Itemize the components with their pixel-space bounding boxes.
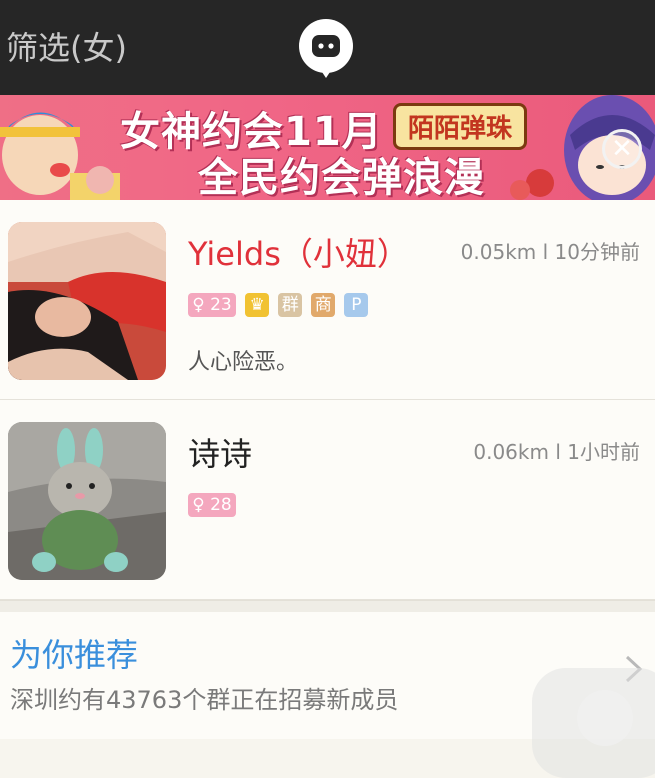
p-badge: P bbox=[344, 293, 369, 317]
meta-separator: l bbox=[555, 440, 561, 464]
user-name: Yields（小妞） bbox=[188, 235, 409, 273]
banner-headline-2: 全民约会弹浪漫 bbox=[198, 155, 485, 200]
merchant-badge: 商 bbox=[311, 293, 336, 317]
age-value: 28 bbox=[210, 495, 232, 515]
meta-separator: l bbox=[542, 240, 549, 264]
distance-text: 0.06km bbox=[473, 440, 549, 464]
female-symbol-icon: ♀ bbox=[192, 495, 205, 515]
distance-text: 0.05km bbox=[460, 240, 537, 264]
user-tags: ♀ 28 bbox=[188, 493, 240, 517]
last-active-time: 1小时前 bbox=[567, 440, 640, 464]
female-symbol-icon: ♀ bbox=[192, 295, 205, 315]
floating-assistive-button[interactable] bbox=[532, 668, 655, 778]
avatar bbox=[8, 422, 166, 580]
user-name: 诗诗 bbox=[188, 435, 253, 473]
close-circle-icon[interactable]: ✕ bbox=[602, 129, 642, 169]
nearby-user-list: Yields（小妞） 0.05km l 10分钟前 ♀ 23 ♛ 群 商 P 人… bbox=[0, 200, 655, 600]
user-signature: 人心险恶。 bbox=[188, 350, 299, 375]
top-bar: 筛选(女) bbox=[0, 0, 655, 95]
distance-time: 0.06km l 1小时前 bbox=[473, 436, 640, 465]
recommend-title: 为你推荐 bbox=[10, 636, 139, 674]
age-tag: ♀ 23 bbox=[188, 293, 236, 317]
filter-button[interactable]: 筛选(女) bbox=[6, 26, 127, 70]
list-item[interactable]: 诗诗 0.06km l 1小时前 ♀ 28 bbox=[0, 400, 655, 600]
momo-chat-bubble-icon[interactable] bbox=[295, 17, 357, 79]
group-badge: 群 bbox=[278, 293, 303, 317]
age-tag: ♀ 28 bbox=[188, 493, 236, 517]
crown-icon: ♛ bbox=[245, 293, 270, 317]
assistive-touch-icon bbox=[577, 690, 633, 746]
user-tags: ♀ 23 ♛ 群 商 P bbox=[188, 293, 372, 317]
age-value: 23 bbox=[210, 295, 232, 315]
promo-banner[interactable]: 女神约会11月 全民约会弹浪漫 陌陌弹珠 bbox=[0, 95, 655, 200]
banner-brand-logo: 陌陌弹珠 bbox=[393, 103, 528, 150]
avatar bbox=[8, 222, 166, 380]
last-active-time: 10分钟前 bbox=[554, 240, 640, 264]
recommend-description: 深圳约有43763个群正在招募新成员 bbox=[10, 686, 399, 714]
distance-time: 0.05km l 10分钟前 bbox=[461, 236, 640, 265]
list-item[interactable]: Yields（小妞） 0.05km l 10分钟前 ♀ 23 ♛ 群 商 P 人… bbox=[0, 200, 655, 400]
